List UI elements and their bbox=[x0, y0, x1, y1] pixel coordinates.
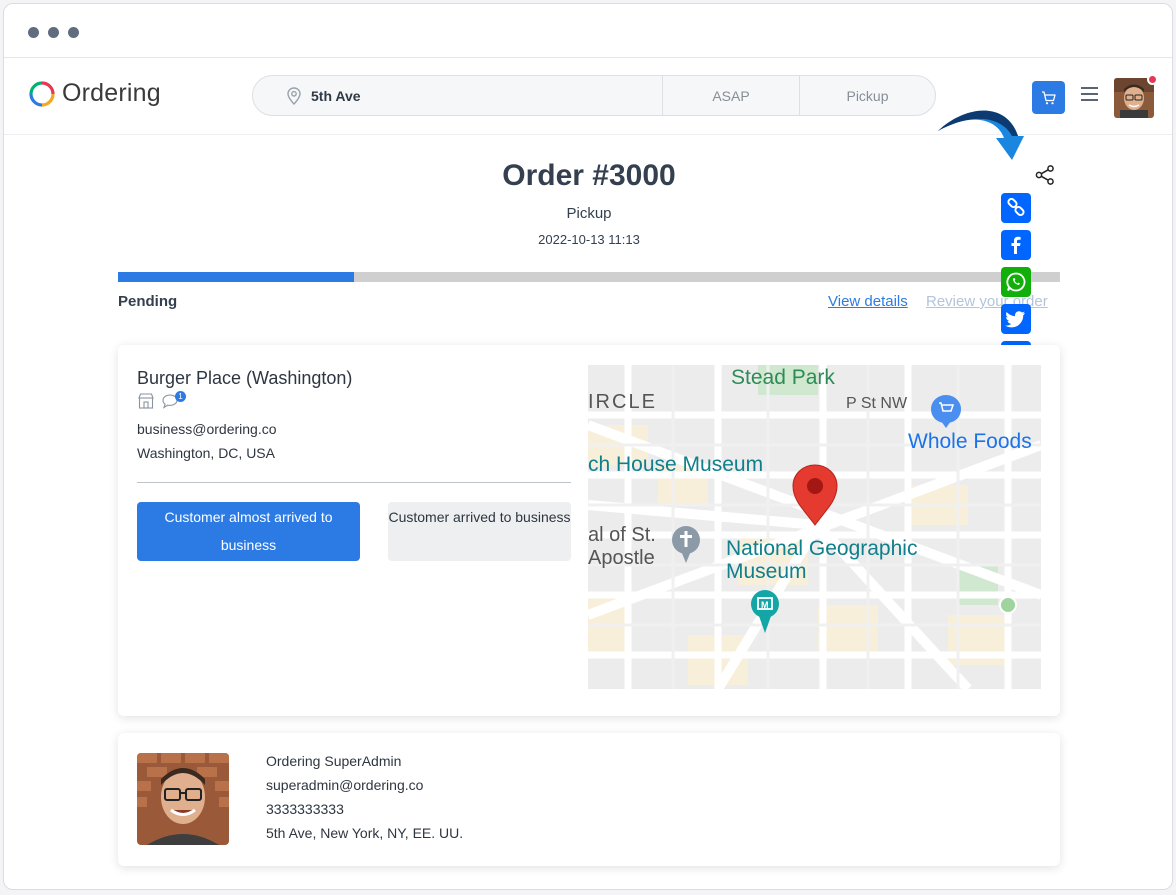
map-label: National Geographic bbox=[726, 537, 917, 560]
map[interactable]: Stead Park IRCLE P St NW Whole Foods ch … bbox=[588, 365, 1041, 689]
time-selector[interactable]: ASAP bbox=[663, 76, 800, 115]
browser-window: Ordering 5th Ave ASAP Pickup Order #3000… bbox=[3, 3, 1173, 890]
map-label: al of St. bbox=[588, 524, 656, 546]
business-location: Washington, DC, USA bbox=[137, 445, 275, 461]
window-dot bbox=[28, 27, 39, 38]
user-avatar[interactable] bbox=[1114, 78, 1154, 118]
order-date: 2022-10-13 11:13 bbox=[538, 232, 640, 247]
order-progress-fill bbox=[118, 272, 354, 282]
order-type-selector[interactable]: Pickup bbox=[800, 76, 935, 115]
customer-address: 5th Ave, New York, NY, EE. UU. bbox=[266, 825, 464, 841]
customer-almost-arrived-button[interactable]: Customer almost arrived to business bbox=[137, 502, 360, 561]
divider bbox=[137, 482, 571, 483]
logo-ring-icon bbox=[29, 80, 55, 107]
customer-card: Ordering SuperAdmin superadmin@ordering.… bbox=[118, 733, 1060, 866]
map-label: P St NW bbox=[846, 395, 908, 412]
copy-link-icon[interactable] bbox=[1001, 193, 1031, 223]
map-label: Apostle bbox=[588, 547, 655, 569]
customer-arrived-button[interactable]: Customer arrived to business bbox=[388, 502, 571, 561]
logo[interactable]: Ordering bbox=[28, 79, 161, 108]
whatsapp-icon[interactable] bbox=[1001, 267, 1031, 297]
store-icon[interactable] bbox=[137, 393, 155, 409]
window-titlebar bbox=[4, 4, 1172, 58]
customer-phone: 3333333333 bbox=[266, 801, 344, 817]
chat-badge: 1 bbox=[175, 391, 186, 402]
window-dot bbox=[48, 27, 59, 38]
order-status: Pending bbox=[118, 293, 178, 310]
map-label: Museum bbox=[726, 560, 807, 583]
view-details-link[interactable]: View details bbox=[828, 293, 908, 310]
customer-photo bbox=[137, 753, 229, 845]
callout-arrow-icon bbox=[938, 110, 1024, 160]
svg-text:M: M bbox=[761, 600, 769, 610]
cart-icon bbox=[1041, 90, 1056, 104]
address-text: 5th Ave bbox=[311, 87, 361, 104]
twitter-icon[interactable] bbox=[1001, 304, 1031, 334]
map-label: ch House Museum bbox=[588, 453, 763, 476]
customer-name: Ordering SuperAdmin bbox=[266, 753, 402, 769]
order-progress-bar bbox=[118, 272, 1060, 282]
hamburger-menu-icon[interactable] bbox=[1081, 87, 1098, 105]
facebook-icon[interactable] bbox=[1001, 230, 1031, 260]
business-email: business@ordering.co bbox=[137, 421, 277, 437]
address-selector[interactable]: 5th Ave bbox=[253, 76, 663, 115]
location-pin-icon bbox=[287, 86, 301, 105]
map-label: IRCLE bbox=[588, 391, 657, 413]
customer-email: superadmin@ordering.co bbox=[266, 777, 424, 793]
order-context-bar: 5th Ave ASAP Pickup bbox=[252, 75, 936, 116]
notification-dot bbox=[1147, 74, 1158, 85]
share-icon[interactable] bbox=[1034, 164, 1056, 186]
order-type: Pickup bbox=[566, 205, 612, 222]
map-label: Whole Foods bbox=[908, 430, 1032, 453]
cart-button[interactable] bbox=[1032, 81, 1065, 114]
map-label: Stead Park bbox=[731, 366, 835, 389]
logo-text: Ordering bbox=[62, 79, 161, 107]
window-dot bbox=[68, 27, 79, 38]
business-actions: 1 bbox=[137, 391, 186, 409]
business-name: Burger Place (Washington) bbox=[137, 368, 353, 388]
business-card: Burger Place (Washington) 1 business@ord… bbox=[118, 345, 1060, 716]
